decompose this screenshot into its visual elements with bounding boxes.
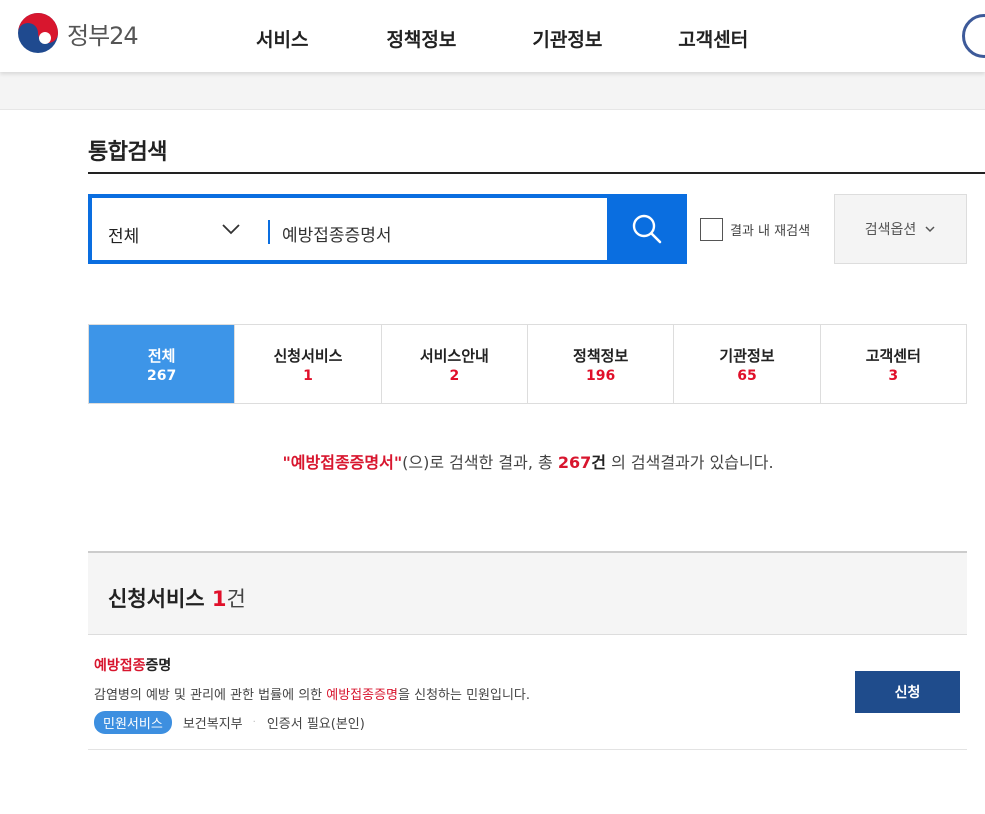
- search-icon: [632, 214, 662, 244]
- nav-item-policy[interactable]: 정책정보: [386, 25, 456, 52]
- section-header: 신청서비스 1건: [88, 551, 967, 635]
- section-title-text: 신청서비스: [108, 587, 212, 611]
- result-tags: 민원서비스 보건복지부 · 인증서 필요(본인): [94, 711, 365, 734]
- separator-dot: ·: [252, 717, 256, 728]
- desc-highlight: 예방접종증명: [326, 688, 399, 703]
- search-options-label: 검색옵션: [864, 222, 917, 238]
- search-options-button[interactable]: 검색옵션: [834, 194, 967, 264]
- tab-count: 3: [888, 367, 899, 384]
- title-divider: [88, 172, 985, 174]
- tab-count: 267: [147, 367, 177, 384]
- tab-label: 신청서비스: [273, 346, 343, 365]
- tab-service-guide[interactable]: 서비스안내 2: [381, 325, 528, 403]
- title-rest: 증명: [145, 658, 172, 674]
- search-button[interactable]: [607, 194, 687, 264]
- checkbox[interactable]: [700, 218, 723, 241]
- chevron-down-icon[interactable]: [220, 218, 242, 240]
- re-search-checkbox[interactable]: 결과 내 재검색: [700, 218, 810, 241]
- summary-keyword: "예방접종증명서": [282, 453, 403, 472]
- cert-tag: 인증서 필요(본인): [266, 717, 365, 732]
- desc-after: 을 신청하는 민원입니다.: [398, 688, 531, 703]
- gov24-logo[interactable]: 정부24: [17, 12, 139, 54]
- tab-count: 196: [586, 367, 616, 384]
- taeguk-logo-icon: [18, 13, 58, 53]
- nav-item-customer-center[interactable]: 고객센터: [678, 25, 748, 52]
- section-title: 신청서비스 1건: [108, 583, 246, 613]
- logo-text: 정부24: [67, 21, 139, 50]
- result-description: 감염병의 예방 및 관리에 관한 법률에 의한 예방접종증명을 신청하는 민원입…: [94, 684, 530, 703]
- tab-label: 기관정보: [719, 346, 775, 365]
- tab-policy-info[interactable]: 정책정보 196: [527, 325, 675, 403]
- desc-before: 감염병의 예방 및 관리에 관한 법률에 의한: [94, 688, 327, 703]
- nav-item-services[interactable]: 서비스: [256, 25, 308, 52]
- summary-text-end: 의 검색결과가 있습니다.: [606, 453, 774, 472]
- tab-label: 전체: [147, 346, 176, 365]
- tab-label: 서비스안내: [419, 346, 489, 365]
- title-highlight: 예방접종: [94, 658, 146, 674]
- summary-total: 267: [557, 453, 592, 472]
- result-summary: "예방접종증명서"(으)로 검색한 결과, 총 267건 의 검색결과가 있습니…: [0, 449, 985, 473]
- tab-label: 고객센터: [865, 346, 921, 365]
- top-header: 정부24 서비스 정책정보 기관정보 고객센터: [0, 0, 985, 72]
- summary-text: (으)로 검색한 결과, 총: [402, 453, 558, 472]
- tab-count: 2: [449, 367, 460, 384]
- agency-tag: 보건복지부: [182, 717, 243, 732]
- apply-button[interactable]: 신청: [855, 671, 960, 713]
- list-item: 예방접종증명 감염병의 예방 및 관리에 관한 법률에 의한 예방접종증명을 신…: [88, 635, 967, 750]
- section-unit: 건: [226, 587, 246, 611]
- nav-item-agency[interactable]: 기관정보: [532, 25, 602, 52]
- tab-application-service[interactable]: 신청서비스 1: [235, 325, 382, 403]
- section-count: 1: [211, 587, 227, 611]
- tab-all[interactable]: 전체 267: [89, 325, 236, 403]
- sub-band: [0, 72, 985, 110]
- tab-count: 65: [737, 367, 757, 384]
- tab-customer-center[interactable]: 고객센터 3: [820, 325, 966, 403]
- result-tabs: 전체 267 신청서비스 1 서비스안내 2 정책정보 196 기관정보 65 …: [88, 324, 967, 404]
- result-title-link[interactable]: 예방접종증명: [94, 655, 171, 675]
- tab-agency-info[interactable]: 기관정보 65: [674, 325, 821, 403]
- search-input[interactable]: [282, 218, 602, 248]
- search-box: 전체: [88, 194, 687, 264]
- category-badge: 민원서비스: [94, 711, 172, 734]
- tab-label: 정책정보: [573, 346, 629, 365]
- summary-unit: 건: [591, 453, 606, 472]
- re-search-label: 결과 내 재검색: [730, 224, 811, 239]
- user-menu-icon[interactable]: [962, 14, 985, 58]
- tab-count: 1: [303, 367, 313, 384]
- page-title: 통합검색: [88, 140, 167, 165]
- main-nav: 서비스 정책정보 기관정보 고객센터: [256, 25, 826, 52]
- chevron-down-icon: [925, 226, 935, 233]
- search-category-select[interactable]: 전체: [108, 222, 139, 247]
- text-cursor: [268, 220, 270, 244]
